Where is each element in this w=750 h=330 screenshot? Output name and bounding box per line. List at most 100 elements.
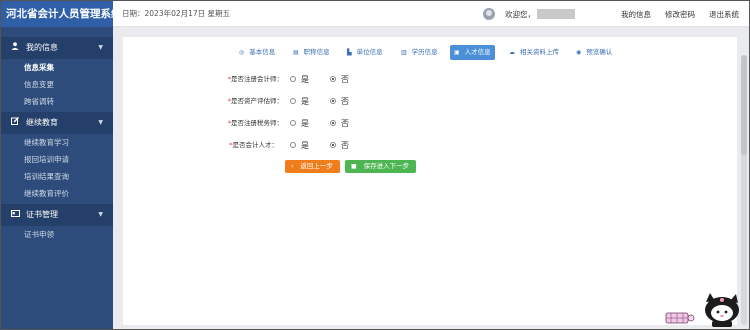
sidebar-item-training-apply[interactable]: 报回培训申请: [1, 151, 113, 168]
tab-employer-info[interactable]: ▙ 单位信息: [343, 45, 387, 60]
app-window: 河北省会计人员管理系统 我的信息 ▼ 信息采集 信息变更 跨省调转 继续教育 ▼…: [0, 0, 750, 330]
tab-label: 学历信息: [411, 48, 438, 56]
book-icon: ▥: [401, 49, 407, 56]
app-title: 河北省会计人员管理系统: [1, 1, 113, 27]
radio-circle-selected: [330, 142, 336, 148]
logout-link[interactable]: 退出系统: [709, 9, 739, 20]
field-label-text: 是否注册会计师：: [231, 75, 283, 83]
username-redacted: [537, 9, 575, 19]
radio-label: 是: [301, 96, 309, 106]
sidebar-group-label: 继续教育: [26, 118, 58, 127]
date-display: 日期：2023年02月17日 星期五: [122, 1, 230, 27]
sidebar-item-transfer[interactable]: 跨省调转: [1, 93, 113, 110]
briefcase-icon: ▣: [454, 49, 460, 56]
sidebar-group-label: 我的信息: [26, 43, 58, 52]
field-label: *是否注册会计师：: [228, 73, 283, 85]
radio-tax-yes[interactable]: 是: [290, 117, 309, 129]
tab-education-info[interactable]: ▥ 学历信息: [397, 45, 442, 60]
sidebar-group-my-info[interactable]: 我的信息 ▼: [1, 37, 113, 59]
tab-label: 单位信息: [356, 48, 383, 56]
tab-label: 职称信息: [303, 48, 330, 56]
radio-circle: [290, 142, 296, 148]
eye-check-icon: ◉: [576, 49, 582, 56]
sidebar-item-edu-evaluate[interactable]: 继续教育评价: [1, 185, 113, 202]
prev-step-button[interactable]: ‹ 返回上一步: [285, 160, 340, 173]
save-next-button[interactable]: ■ 保存进入下一步: [345, 160, 416, 173]
caret-down-icon: ▼: [98, 211, 103, 218]
radio-appraiser-no[interactable]: 否: [330, 95, 349, 107]
mascot-sticker: [662, 291, 747, 328]
radio-talent-yes[interactable]: 是: [290, 139, 309, 151]
sidebar-menu: 我的信息 ▼ 信息采集 信息变更 跨省调转 继续教育 ▼ 继续教育学习 报回培训…: [1, 27, 113, 329]
sidebar-group-education[interactable]: 继续教育 ▼: [1, 112, 113, 134]
sidebar-item-info-collect[interactable]: 信息采集: [1, 59, 113, 76]
radio-label: 是: [301, 140, 309, 150]
field-label-text: 是否会计人才：: [232, 141, 279, 149]
tab-label: 预览确认: [586, 48, 613, 56]
save-icon: ■: [351, 163, 357, 170]
sidebar-group-label: 证书管理: [26, 210, 58, 219]
sidebar-item-edu-study[interactable]: 继续教育学习: [1, 134, 113, 151]
form-row-accounting-talent: *是否会计人才：: [123, 139, 278, 151]
radio-circle: [290, 76, 296, 82]
field-label: *是否注册税务师：: [228, 117, 283, 129]
welcome-text: 欢迎您，: [505, 9, 535, 19]
radio-label: 否: [341, 140, 349, 150]
radio-cpa-yes[interactable]: 是: [290, 73, 309, 85]
sidebar-item-cert-apply[interactable]: 证书申领: [1, 226, 113, 243]
radio-talent-no[interactable]: 否: [330, 139, 349, 151]
tab-title-info[interactable]: ▤ 职称信息: [289, 45, 334, 60]
sidebar-item-info-change[interactable]: 信息变更: [1, 76, 113, 93]
vertical-scrollbar[interactable]: [741, 55, 747, 325]
scrollbar-thumb[interactable]: [741, 55, 747, 155]
radio-circle-selected: [330, 76, 336, 82]
header-user-area: 欢迎您， 我的信息 修改密码 退出系统: [483, 1, 739, 27]
form-card: ◎ 基本信息 ▤ 职称信息 ▙ 单位信息 ▥ 学历信息 ▣ 人才信息 ☁ 相关资料上传: [123, 37, 737, 325]
tab-label: 相关资料上传: [520, 48, 559, 56]
radio-circle-selected: [330, 98, 336, 104]
target-icon: ◎: [239, 49, 245, 56]
tab-label: 基本信息: [249, 48, 276, 56]
field-label: *是否资产评估师：: [228, 95, 283, 107]
radio-tax-no[interactable]: 否: [330, 117, 349, 129]
step-tabs: ◎ 基本信息 ▤ 职称信息 ▙ 单位信息 ▥ 学历信息 ▣ 人才信息 ☁ 相关资料上传: [123, 45, 737, 60]
field-label: *是否会计人才：: [229, 139, 278, 151]
avatar: [483, 8, 495, 20]
button-label: 保存进入下一步: [363, 162, 410, 170]
main-content: ◎ 基本信息 ▤ 职称信息 ▙ 单位信息 ▥ 学历信息 ▣ 人才信息 ☁ 相关资料上传: [113, 27, 749, 329]
form-row-asset-appraiser: *是否资产评估师：: [123, 95, 283, 107]
date-label: 日期：: [122, 9, 145, 18]
radio-label: 否: [341, 118, 349, 128]
field-label-text: 是否资产评估师：: [231, 97, 283, 105]
radio-label: 否: [341, 74, 349, 84]
tab-upload-docs[interactable]: ☁ 相关资料上传: [505, 45, 563, 60]
my-info-link[interactable]: 我的信息: [621, 9, 651, 20]
tab-talent-info[interactable]: ▣ 人才信息: [450, 45, 495, 60]
user-icon: [10, 37, 20, 59]
sidebar-group-certificate[interactable]: 证书管理 ▼: [1, 204, 113, 226]
radio-appraiser-yes[interactable]: 是: [290, 95, 309, 107]
date-value: 2023年02月17日 星期五: [144, 9, 231, 18]
top-header: 日期：2023年02月17日 星期五 欢迎您， 我的信息 修改密码 退出系统: [113, 1, 749, 27]
edit-icon: [10, 112, 20, 134]
tab-preview-confirm[interactable]: ◉ 预览确认: [572, 45, 616, 60]
sidebar-item-training-result[interactable]: 培训结果查询: [1, 168, 113, 185]
radio-label: 是: [301, 74, 309, 84]
radio-label: 否: [341, 96, 349, 106]
chevron-left-icon: ‹: [291, 163, 294, 170]
tab-basic-info[interactable]: ◎ 基本信息: [235, 45, 279, 60]
card-icon: [10, 204, 20, 226]
radio-circle-selected: [330, 120, 336, 126]
radio-cpa-no[interactable]: 否: [330, 73, 349, 85]
radio-circle: [290, 120, 296, 126]
radio-label: 是: [301, 118, 309, 128]
radio-circle: [290, 98, 296, 104]
caret-down-icon: ▼: [98, 119, 103, 126]
tab-label: 人才信息: [464, 48, 491, 56]
field-label-text: 是否注册税务师：: [231, 119, 283, 127]
change-password-link[interactable]: 修改密码: [665, 9, 695, 20]
form-row-cpa: *是否注册会计师：: [123, 73, 283, 85]
cloud-upload-icon: ☁: [509, 49, 515, 56]
button-label: 返回上一步: [300, 162, 333, 170]
sidebar: 河北省会计人员管理系统 我的信息 ▼ 信息采集 信息变更 跨省调转 继续教育 ▼…: [1, 1, 113, 329]
